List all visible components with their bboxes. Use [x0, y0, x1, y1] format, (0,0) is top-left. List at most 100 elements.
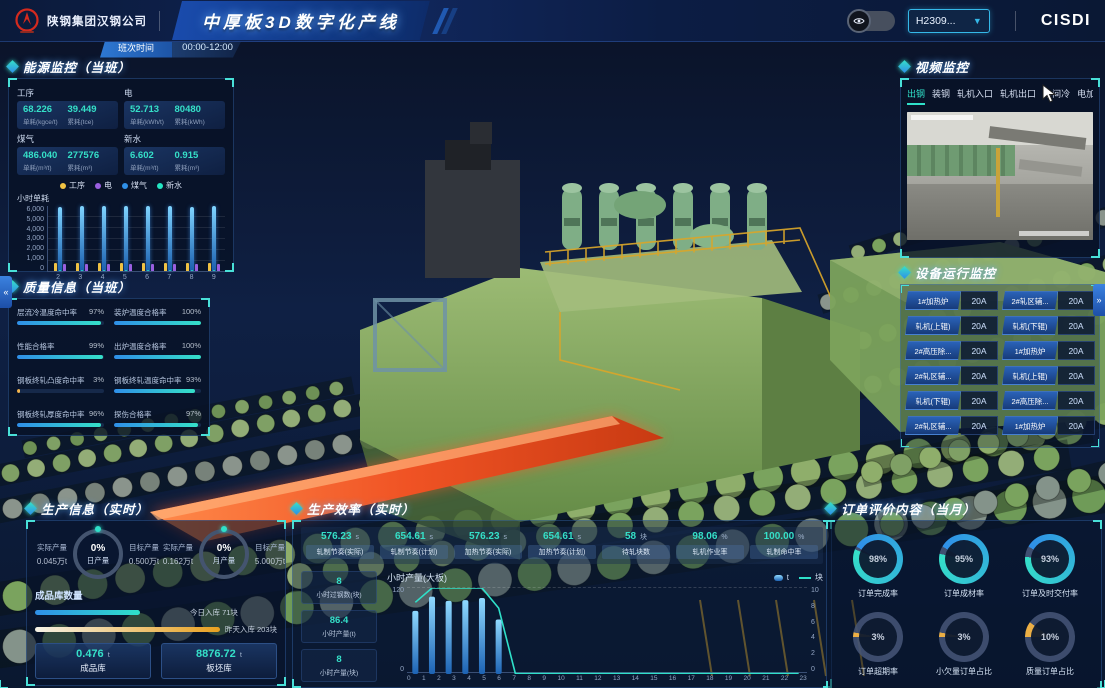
corner-accent	[277, 677, 286, 686]
equipment-label: 1#加热炉	[905, 291, 961, 310]
gas-bar	[80, 206, 84, 271]
gauge-name: 月产量	[213, 555, 236, 566]
efficiency-metric: 576.23 s轧制节奏(实际)	[305, 531, 375, 559]
equipment-label: 2#高压除...	[1002, 391, 1058, 410]
metric-label: 待轧块数	[602, 545, 670, 559]
hour-tick: 12	[594, 675, 601, 682]
gauge-left-label: 实际产量	[161, 542, 195, 553]
equipment-cell[interactable]: 轧机(上辊)20A	[905, 316, 998, 335]
quality-item: 装炉温度合格率100%	[114, 307, 201, 325]
metric-value: 576.23 s	[305, 531, 375, 542]
gas-bar	[168, 206, 172, 271]
right-collapse-handle[interactable]: »	[1093, 284, 1105, 316]
panel-quality-title: 质量信息（当班）	[23, 277, 131, 296]
equipment-cell[interactable]: 轧机(下辊)20A	[1002, 316, 1095, 335]
gas-bar	[124, 206, 128, 271]
metric-label: 轧制节奏(计划)	[380, 545, 448, 559]
quality-bar-track	[114, 389, 201, 393]
corner-accent	[292, 520, 301, 529]
energy-card-body: 52.713单耗(kWh/t)80480累耗(kWh)	[124, 101, 225, 129]
video-osd-label	[1019, 231, 1089, 236]
equipment-cell[interactable]: 1#加热炉20A	[905, 291, 998, 310]
gauge-right-text: 目标产量5.000万t	[253, 542, 287, 567]
quality-bar-fill	[114, 389, 195, 393]
panel-production: 生产信息（实时） 实际产量0.045万t0%日产量目标产量0.500万t实际产量…	[26, 498, 286, 686]
equipment-value: 20A	[961, 366, 998, 385]
panel-equipment: 设备运行监控 1#加热炉20A2#轧区辅...20A轧机(上辊)20A轧机(下辊…	[900, 262, 1100, 448]
power-bar	[85, 264, 88, 271]
hour-tick: 20	[744, 675, 751, 682]
equipment-value: 20A	[1058, 316, 1095, 335]
equipment-cell[interactable]: 2#高压除...20A	[905, 341, 998, 360]
quality-label: 钢板终轧凸度命中率	[17, 375, 89, 386]
quality-value: 100%	[182, 341, 201, 350]
gauge-left-value: 0.162万t	[161, 556, 195, 567]
quality-bar-track	[17, 389, 104, 393]
hour-tick: 10	[557, 675, 564, 682]
bar-legend-marker	[774, 575, 783, 581]
video-crane	[996, 148, 1000, 217]
donut-value: 3%	[939, 612, 989, 662]
gas-bar	[212, 206, 216, 271]
header-divider	[159, 11, 160, 31]
stock-chip-value: 8876.72 t	[162, 648, 276, 660]
equipment-cell[interactable]: 1#加热炉20A	[1002, 341, 1095, 360]
video-tab-1[interactable]: 装钢	[932, 87, 950, 105]
video-thumbnail[interactable]	[907, 112, 1093, 240]
video-tab-5[interactable]: 电加热	[1077, 87, 1093, 105]
legend-dot	[122, 183, 128, 189]
metric-unit: 块	[638, 534, 647, 541]
equipment-value: 20A	[1058, 391, 1095, 410]
equipment-cell[interactable]: 2#轧区辅...20A	[905, 416, 998, 435]
video-rollline	[1018, 159, 1082, 177]
corner-accent	[0, 680, 8, 688]
gauge-name: 日产量	[87, 555, 110, 566]
camera-select[interactable]: H2309... ▼	[908, 9, 990, 33]
hour-tick: 4	[467, 675, 471, 682]
power-bar	[217, 264, 220, 271]
equipment-cell[interactable]: 2#轧区辅...20A	[1002, 291, 1095, 310]
donut-value: 98%	[853, 534, 903, 584]
metric-value: 98.06 %	[675, 531, 745, 542]
hour-tick: 19	[725, 675, 732, 682]
bar-group	[53, 206, 66, 271]
equipment-row: 2#高压除...20A1#加热炉20A	[905, 341, 1095, 360]
stock-bar-track	[35, 610, 185, 615]
equipment-cell[interactable]: 2#轧区辅...20A	[905, 366, 998, 385]
equipment-cell[interactable]: 1#加热炉20A	[1002, 416, 1095, 435]
y-tick: 2,000	[17, 245, 44, 252]
y-tick: 5,000	[17, 216, 44, 223]
order-gauge: 3%小欠量订单占比	[936, 612, 992, 677]
equipment-cell[interactable]: 2#高压除...20A	[1002, 391, 1095, 410]
hourly-chart-plot	[407, 587, 807, 673]
efficiency-side-cards: 8小时过钢数(块)86.4小时产量(t)8小时产量(块)	[301, 571, 377, 682]
video-tab-2[interactable]: 轧机入口	[957, 87, 993, 105]
order-donut: 10%	[1025, 612, 1075, 662]
gauge-right-label: 目标产量	[253, 542, 287, 553]
water-bar	[125, 270, 127, 271]
company-name: 陕钢集团汉钢公司	[47, 13, 147, 29]
metric-value: 100.00 %	[749, 531, 819, 542]
equipment-cell[interactable]: 轧机(上辊)20A	[1002, 366, 1095, 385]
metric-value: 576.23 s	[453, 531, 523, 542]
quality-value: 100%	[182, 307, 201, 316]
visibility-toggle[interactable]	[849, 11, 895, 31]
water-bar	[191, 270, 193, 271]
equipment-value: 20A	[1058, 366, 1095, 385]
process-bar	[98, 263, 101, 271]
video-tab-0[interactable]: 出钢	[907, 87, 925, 105]
gauge-percent: 0%	[217, 543, 231, 554]
energy-metric: 277576累耗(m³)	[68, 150, 113, 172]
energy-metric: 80480累耗(kWh)	[175, 104, 220, 126]
hour-tick: 1	[422, 675, 426, 682]
power-bar	[107, 264, 110, 271]
left-collapse-handle[interactable]: «	[0, 276, 12, 308]
efficiency-metric: 58 块待轧块数	[601, 531, 671, 559]
equipment-cell[interactable]: 轧机(下辊)20A	[905, 391, 998, 410]
water-bar	[147, 270, 149, 271]
video-tab-3[interactable]: 轧机出口	[1000, 87, 1036, 105]
right-tick: 4	[811, 634, 823, 641]
quality-label: 探伤合格率	[114, 409, 186, 420]
y-tick: 3,000	[17, 235, 44, 242]
quality-item: 钢板终轧厚度命中率96%	[17, 409, 104, 427]
